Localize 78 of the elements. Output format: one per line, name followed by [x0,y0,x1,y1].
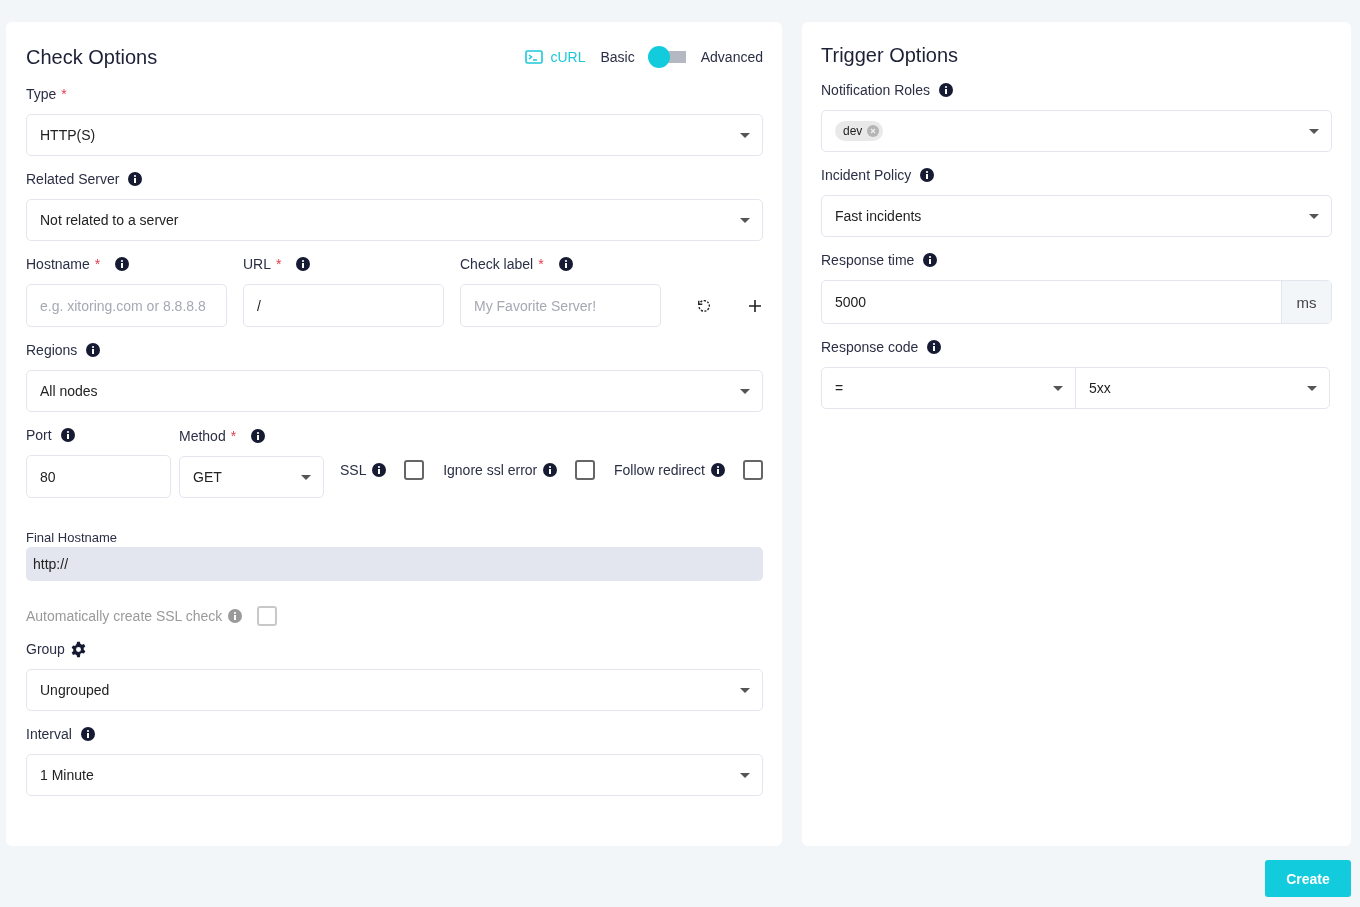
select-field[interactable]: GET [179,456,324,498]
card-title: Check Options [26,45,158,70]
field-label: Hostname [26,256,90,272]
final-hostname-field: http:// [26,547,763,581]
field-label: Group [26,641,65,657]
option-label: Follow redirect [613,462,705,478]
field-label: Method [179,428,226,444]
field-label: Type [26,86,57,102]
field-label: Final Hostname [26,529,118,545]
terminal-icon [525,50,544,64]
option-label: Ignore ssl error [443,462,538,478]
select-field[interactable]: Ungrouped [26,669,763,711]
info-icon[interactable] [920,168,935,182]
caret-icon [1309,128,1319,134]
required-mark: * [61,86,67,102]
checkbox[interactable] [743,460,763,480]
settings-icon[interactable] [69,640,87,658]
caret-icon [740,217,750,223]
caret-icon [301,474,311,480]
option-label: SSL [340,462,367,478]
required-mark: * [230,428,237,444]
required-mark: * [538,256,544,272]
mode-label: Basic [600,49,635,65]
info-icon[interactable] [128,172,143,186]
field-label: Regions [26,342,78,358]
caret-icon [1307,385,1317,391]
field-label: Notification Roles [821,82,930,98]
checkbox[interactable] [404,460,425,480]
info-icon[interactable] [711,463,725,477]
card-title: Trigger Options [821,43,960,68]
info-icon[interactable] [372,463,387,477]
required-mark: * [94,256,101,272]
field-label: Interval [26,726,72,742]
plus-icon[interactable] [749,299,761,312]
role-tag[interactable]: dev [835,121,884,141]
info-icon[interactable] [938,83,953,97]
select-field[interactable]: 1 Minute [26,754,763,796]
text-input[interactable]: e.g. xitoring.com or 8.8.8.8 [26,284,227,327]
checkbox[interactable] [575,460,596,480]
field-label: Related Server [26,171,120,187]
mode-label: Advanced [700,49,763,65]
text-input[interactable]: / [243,284,444,327]
field-label: Port [26,427,52,443]
field-label: Response time [821,252,915,268]
info-icon[interactable] [86,343,101,357]
select-field[interactable]: dev [821,110,1332,152]
info-icon[interactable] [558,257,573,271]
refresh-icon[interactable] [697,298,711,313]
code-select[interactable]: 5xx [1075,367,1330,409]
field-label: URL [243,256,271,272]
select-field[interactable]: Not related to a server [26,199,763,241]
response-time-input[interactable]: 5000 ms [821,280,1332,324]
select-field[interactable]: Fast incidents [821,195,1332,237]
caret-icon [740,388,750,394]
field-label: Response code [821,339,919,355]
info-icon[interactable] [60,428,75,442]
text-input[interactable]: My Favorite Server! [460,284,661,327]
unit-label: ms [1281,281,1331,323]
caret-icon [740,132,750,138]
select-field[interactable]: HTTP(S) [26,114,763,156]
operator-select[interactable]: = [821,367,1076,409]
option-label: Automatically create SSL check [26,608,223,624]
select-field[interactable]: All nodes [26,370,763,412]
info-icon[interactable] [80,727,95,741]
caret-icon [1309,213,1319,219]
info-icon[interactable] [115,257,130,271]
caret-icon [740,772,750,778]
info-icon[interactable] [923,253,938,267]
field-label: Check label [460,256,534,272]
info-icon[interactable] [927,340,942,354]
info-icon[interactable] [251,429,266,443]
caret-icon [1053,385,1063,391]
required-mark: * [276,256,282,272]
info-icon[interactable] [296,257,311,271]
caret-icon [740,687,750,693]
port-input[interactable]: 80 [26,455,171,498]
info-icon[interactable] [543,463,558,477]
field-label: Incident Policy [821,167,912,183]
